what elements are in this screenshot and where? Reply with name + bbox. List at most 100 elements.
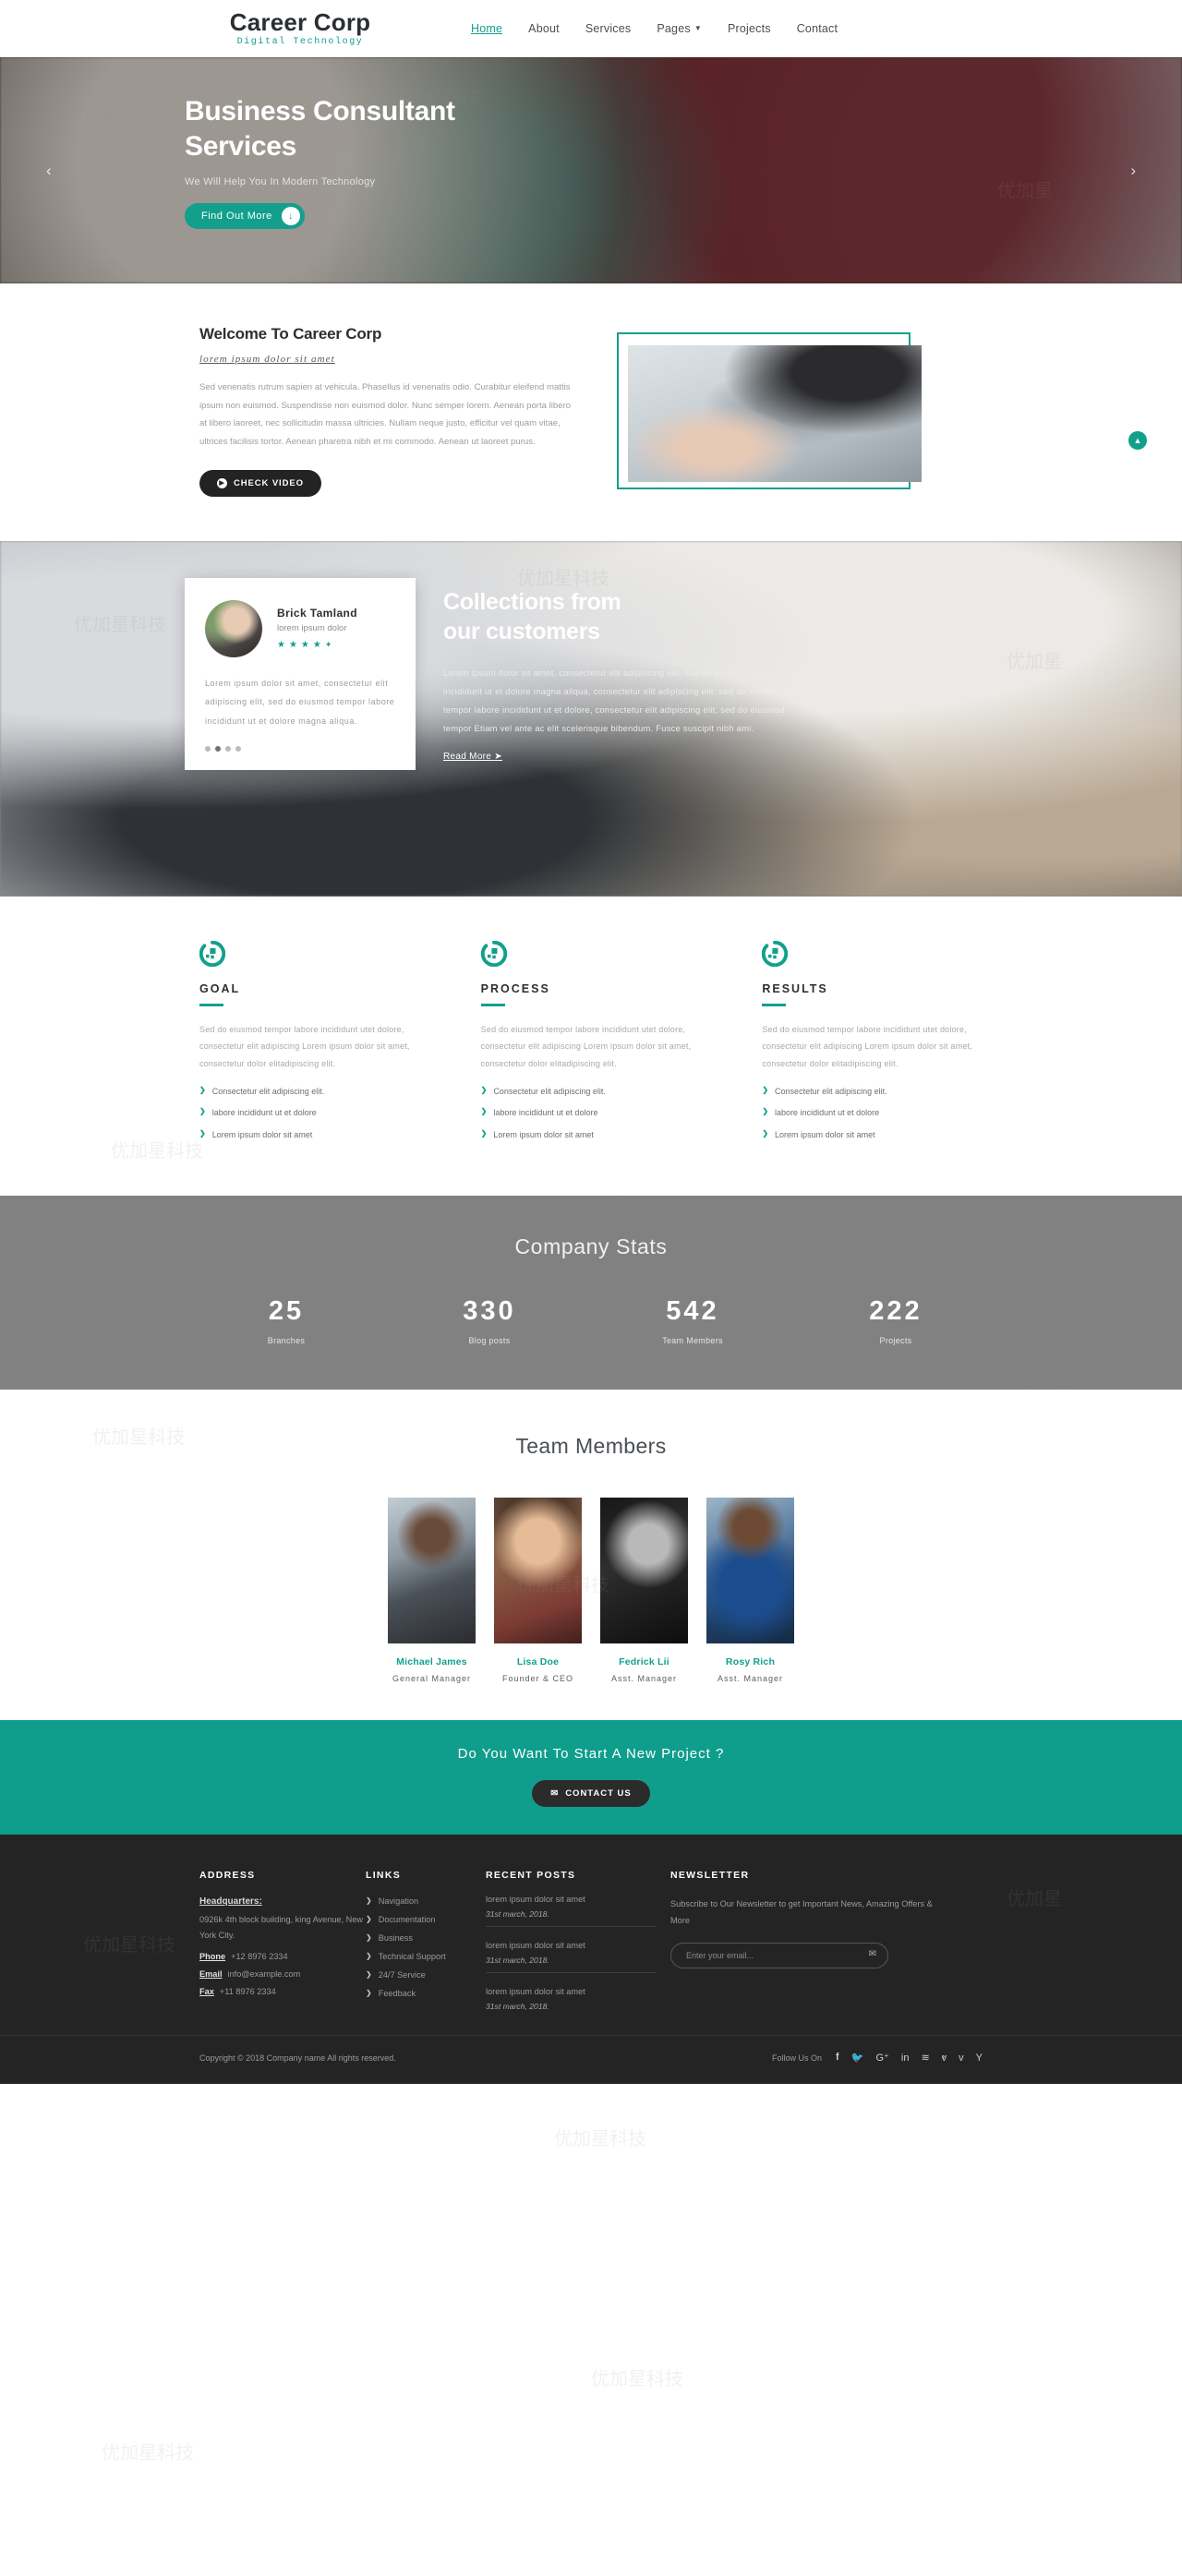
feature-bullet: ❯ Consectetur elit adipiscing elit. xyxy=(481,1085,717,1098)
footer-phone-value: +12 8976 2334 xyxy=(231,1952,288,1962)
footer-link-item[interactable]: ❯ Feedback xyxy=(366,1989,486,1998)
team-member-name[interactable]: Lisa Doe xyxy=(494,1656,582,1667)
company-stats-heading: Company Stats xyxy=(514,1234,668,1259)
footer-link-item[interactable]: ❯ Documentation xyxy=(366,1915,486,1924)
testimonial-dot-1[interactable] xyxy=(205,745,211,752)
cta-heading: Do You Want To Start A New Project ? xyxy=(457,1746,725,1763)
feature-bullet-label: Lorem ipsum dolor sit amet xyxy=(493,1129,594,1139)
testimonial-section: Brick Tamland lorem ipsum dolor ★★★★✦ Lo… xyxy=(0,540,1182,897)
feature-paragraph: Sed do eiusmod tempor labore incididunt … xyxy=(199,1024,410,1068)
footer-link-label: 24/7 Service xyxy=(378,1970,426,1980)
team-member-role: Founder & CEO xyxy=(501,1674,574,1684)
stat-item: 25 Branches xyxy=(185,1296,388,1345)
chevron-right-icon: ❯ xyxy=(199,1085,206,1094)
main-nav: Home About Services Pages ▼ Projects Cont… xyxy=(471,22,838,35)
footer-link-item[interactable]: ❯ Business xyxy=(366,1933,486,1943)
footer-link-item[interactable]: ❯ Technical Support xyxy=(366,1952,486,1961)
hero-prev-arrow-icon[interactable]: ‹ xyxy=(46,162,52,180)
footer-post-item[interactable]: lorem ipsum dolor sit amet 31st march, 2… xyxy=(486,1941,670,1974)
rss-icon[interactable]: ≋ xyxy=(921,2052,929,2064)
footer-post-item[interactable]: lorem ipsum dolor sit amet 31st march, 2… xyxy=(486,1895,670,1928)
twitter-icon[interactable]: 🐦 xyxy=(851,2052,864,2064)
team-member-card[interactable]: Rosy Rich Asst. Manager xyxy=(706,1498,794,1683)
vimeo-icon[interactable]: v xyxy=(959,2052,964,2064)
team-member-photo xyxy=(494,1498,582,1644)
google-plus-icon[interactable]: G⁺ xyxy=(876,2052,889,2064)
team-member-name[interactable]: Fedrick Lii xyxy=(600,1656,688,1667)
team-member-role: Asst. Manager xyxy=(610,1674,678,1684)
feature-bullet-label: labore incididunt ut et dolore xyxy=(211,1108,317,1118)
nav-item-pages[interactable]: Pages ▼ xyxy=(657,22,702,35)
footer-post-title: lorem ipsum dolor sit amet xyxy=(486,1895,585,1905)
hero-next-arrow-icon[interactable]: › xyxy=(1130,162,1136,180)
target-badge-icon xyxy=(762,940,789,967)
testimonial-dot-4[interactable] xyxy=(235,745,241,752)
check-video-button[interactable]: ▶ CHECK VIDEO xyxy=(199,469,321,497)
stat-label: Branches xyxy=(267,1336,306,1346)
scroll-to-top-button[interactable]: ▲ xyxy=(1128,431,1147,450)
stat-item: 222 Projects xyxy=(794,1296,997,1345)
site-brand[interactable]: Career Corp Digital Technology xyxy=(185,10,416,47)
footer-link-label: Feedback xyxy=(378,1989,416,1999)
feature-bullet: ❯ Lorem ipsum dolor sit amet xyxy=(481,1128,717,1141)
footer-newsletter-heading: NEWSLETTER xyxy=(670,1870,750,1882)
nav-item-projects[interactable]: Projects xyxy=(728,22,771,35)
chevron-right-icon: ❯ xyxy=(366,1970,372,1980)
team-member-card[interactable]: Lisa Doe Founder & CEO xyxy=(494,1498,582,1683)
yahoo-icon[interactable]: Y xyxy=(976,2052,983,2064)
chevron-right-icon: ❯ xyxy=(199,1107,206,1116)
contact-us-button[interactable]: ✉ CONTACT US xyxy=(532,1780,650,1808)
stat-item: 330 Blog posts xyxy=(388,1296,591,1345)
nav-item-services[interactable]: Services xyxy=(585,22,632,35)
testimonial-card: Brick Tamland lorem ipsum dolor ★★★★✦ Lo… xyxy=(185,577,416,770)
envelope-icon[interactable]: ✉ xyxy=(869,1949,876,1959)
footer-phone-label: Phone xyxy=(199,1952,226,1962)
footer-fax-label: Fax xyxy=(199,1987,214,1997)
footer-fax: Fax +11 8976 2334 xyxy=(199,1987,366,1996)
find-out-more-label: Find Out More xyxy=(201,211,272,222)
collections-heading-line2: our customers xyxy=(443,619,600,645)
nav-item-home[interactable]: Home xyxy=(471,22,502,35)
feature-bullet: ❯ labore incididunt ut et dolore xyxy=(199,1106,435,1119)
find-out-more-button[interactable]: Find Out More ↓ xyxy=(185,203,305,229)
team-member-card[interactable]: Michael James General Manager xyxy=(388,1498,476,1683)
feature-underline xyxy=(199,1003,223,1006)
chevron-right-icon: ❯ xyxy=(366,1933,372,1943)
team-member-name[interactable]: Michael James xyxy=(388,1656,476,1667)
testimonial-dot-3[interactable] xyxy=(225,745,231,752)
testimonial-dot-2[interactable] xyxy=(215,745,221,752)
footer-link-item[interactable]: ❯ Navigation xyxy=(366,1896,486,1906)
chevron-right-icon: ❯ xyxy=(762,1107,769,1116)
stat-number: 542 xyxy=(666,1296,719,1327)
check-video-label: CHECK VIDEO xyxy=(234,477,304,488)
feature-bullet: ❯ Consectetur elit adipiscing elit. xyxy=(762,1085,997,1098)
footer-post-item[interactable]: lorem ipsum dolor sit amet 31st march, 2… xyxy=(486,1987,670,2011)
collections-heading: Collections from our customers xyxy=(443,587,813,647)
feature-bullet-label: labore incididunt ut et dolore xyxy=(493,1108,598,1118)
feature-title: RESULTS xyxy=(762,981,828,995)
newsletter-email-input[interactable] xyxy=(670,1942,888,1968)
hero-slider: ‹ › Business Consultant Services We Will… xyxy=(0,57,1182,283)
linkedin-icon[interactable]: in xyxy=(901,2052,910,2064)
site-footer: ADDRESS Headquarters: 0926k 4th block bu… xyxy=(0,1835,1182,2085)
cta-banner: Do You Want To Start A New Project ? ✉ C… xyxy=(0,1720,1182,1836)
feature-underline xyxy=(480,1003,505,1006)
vk-icon[interactable]: ⱴ xyxy=(942,2052,947,2064)
feature-paragraph: Sed do eiusmod tempor labore incididunt … xyxy=(480,1024,692,1068)
team-member-name[interactable]: Rosy Rich xyxy=(706,1656,794,1667)
testimonial-dots[interactable] xyxy=(205,745,395,752)
footer-link-item[interactable]: ❯ 24/7 Service xyxy=(366,1970,486,1980)
team-member-role: Asst. Manager xyxy=(717,1674,784,1684)
stat-label: Projects xyxy=(879,1336,912,1346)
team-member-card[interactable]: Fedrick Lii Asst. Manager xyxy=(600,1498,688,1683)
feature-bullet-label: Consectetur elit adipiscing elit. xyxy=(493,1086,606,1096)
nav-item-about[interactable]: About xyxy=(528,22,560,35)
chevron-down-icon: ▼ xyxy=(694,23,702,32)
read-more-label: Read More xyxy=(443,751,492,762)
facebook-icon[interactable]: 𝐟 xyxy=(836,2052,839,2064)
nav-item-contact[interactable]: Contact xyxy=(797,22,838,35)
footer-address-column: ADDRESS Headquarters: 0926k 4th block bu… xyxy=(199,1870,366,2011)
chevron-right-icon: ❯ xyxy=(762,1128,769,1138)
contact-us-label: CONTACT US xyxy=(565,1788,632,1800)
read-more-link[interactable]: Read More ➤ xyxy=(443,752,502,762)
